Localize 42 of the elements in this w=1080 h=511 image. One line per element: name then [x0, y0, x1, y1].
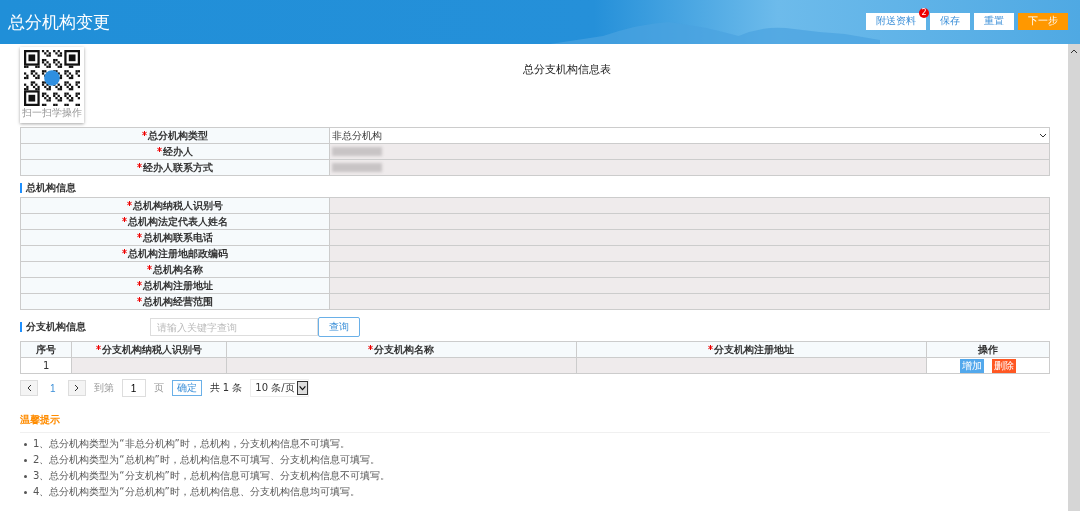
chevron-down-icon	[1039, 132, 1047, 139]
header-button[interactable]: 下一步	[1018, 12, 1068, 30]
field-label: 总机构纳税人识别号	[20, 197, 330, 214]
next-page-button[interactable]	[67, 380, 86, 396]
chevron-down-icon	[296, 381, 308, 395]
search-button[interactable]: 查询	[318, 317, 360, 337]
field-label: 总分机构类型	[20, 127, 330, 144]
bullet-icon	[24, 458, 27, 462]
column-header: 分支机构名称	[226, 341, 577, 358]
tip-text: 3、总分机构类型为“分支机构”时，总机构信息可填写、分支机构信息不可填写。	[33, 469, 390, 483]
search-field[interactable]: 请输入关键字查询	[150, 318, 318, 336]
section-title: 分支机构信息	[20, 322, 86, 332]
chevron-right-icon	[73, 384, 80, 392]
total-count: 共 1 条	[209, 381, 243, 395]
header-button[interactable]: 保存	[930, 12, 970, 30]
column-header: 分支机构注册地址	[576, 341, 926, 358]
chevron-up-icon	[1070, 48, 1078, 54]
column-header: 序号	[20, 341, 72, 358]
page-size-select[interactable]: 10 条/页	[250, 379, 309, 397]
column-header: 操作	[926, 341, 1050, 358]
header-button[interactable]: 重置	[974, 12, 1014, 30]
tip-text: 4、总分机构类型为“分总机构”时，总机构信息、分支机构信息均可填写。	[33, 485, 360, 499]
goto-label: 到第	[93, 381, 114, 395]
column-header: 分支机构纳税人识别号	[71, 341, 227, 358]
page-number[interactable]: 1	[46, 382, 60, 394]
page-unit: 页	[153, 381, 164, 395]
section-title: 总机构信息	[20, 183, 76, 193]
tip-text: 1、总分机构类型为“非总分机构”时，总机构，分支机构信息不可填写。	[33, 437, 350, 451]
previous-page-button[interactable]	[20, 380, 38, 396]
confirm-button[interactable]: 确定	[171, 380, 202, 396]
count-badge: 2	[919, 7, 929, 18]
tips-title: 温馨提示	[20, 413, 1050, 433]
qr-code-icon	[24, 50, 80, 106]
scrollbar[interactable]	[1068, 44, 1080, 511]
page-input[interactable]: 1	[121, 379, 146, 397]
bullet-icon	[24, 490, 27, 494]
chevron-left-icon	[26, 384, 32, 392]
form-title: 总分支机构信息表	[522, 62, 612, 77]
bullet-icon	[24, 474, 27, 478]
bullet-icon	[24, 442, 27, 446]
tip-text: 2、总分机构类型为“总机构”时，总机构信息不可填写、分支机构信息可填写。	[33, 453, 380, 467]
page-title: 总分机构变更	[8, 10, 110, 34]
